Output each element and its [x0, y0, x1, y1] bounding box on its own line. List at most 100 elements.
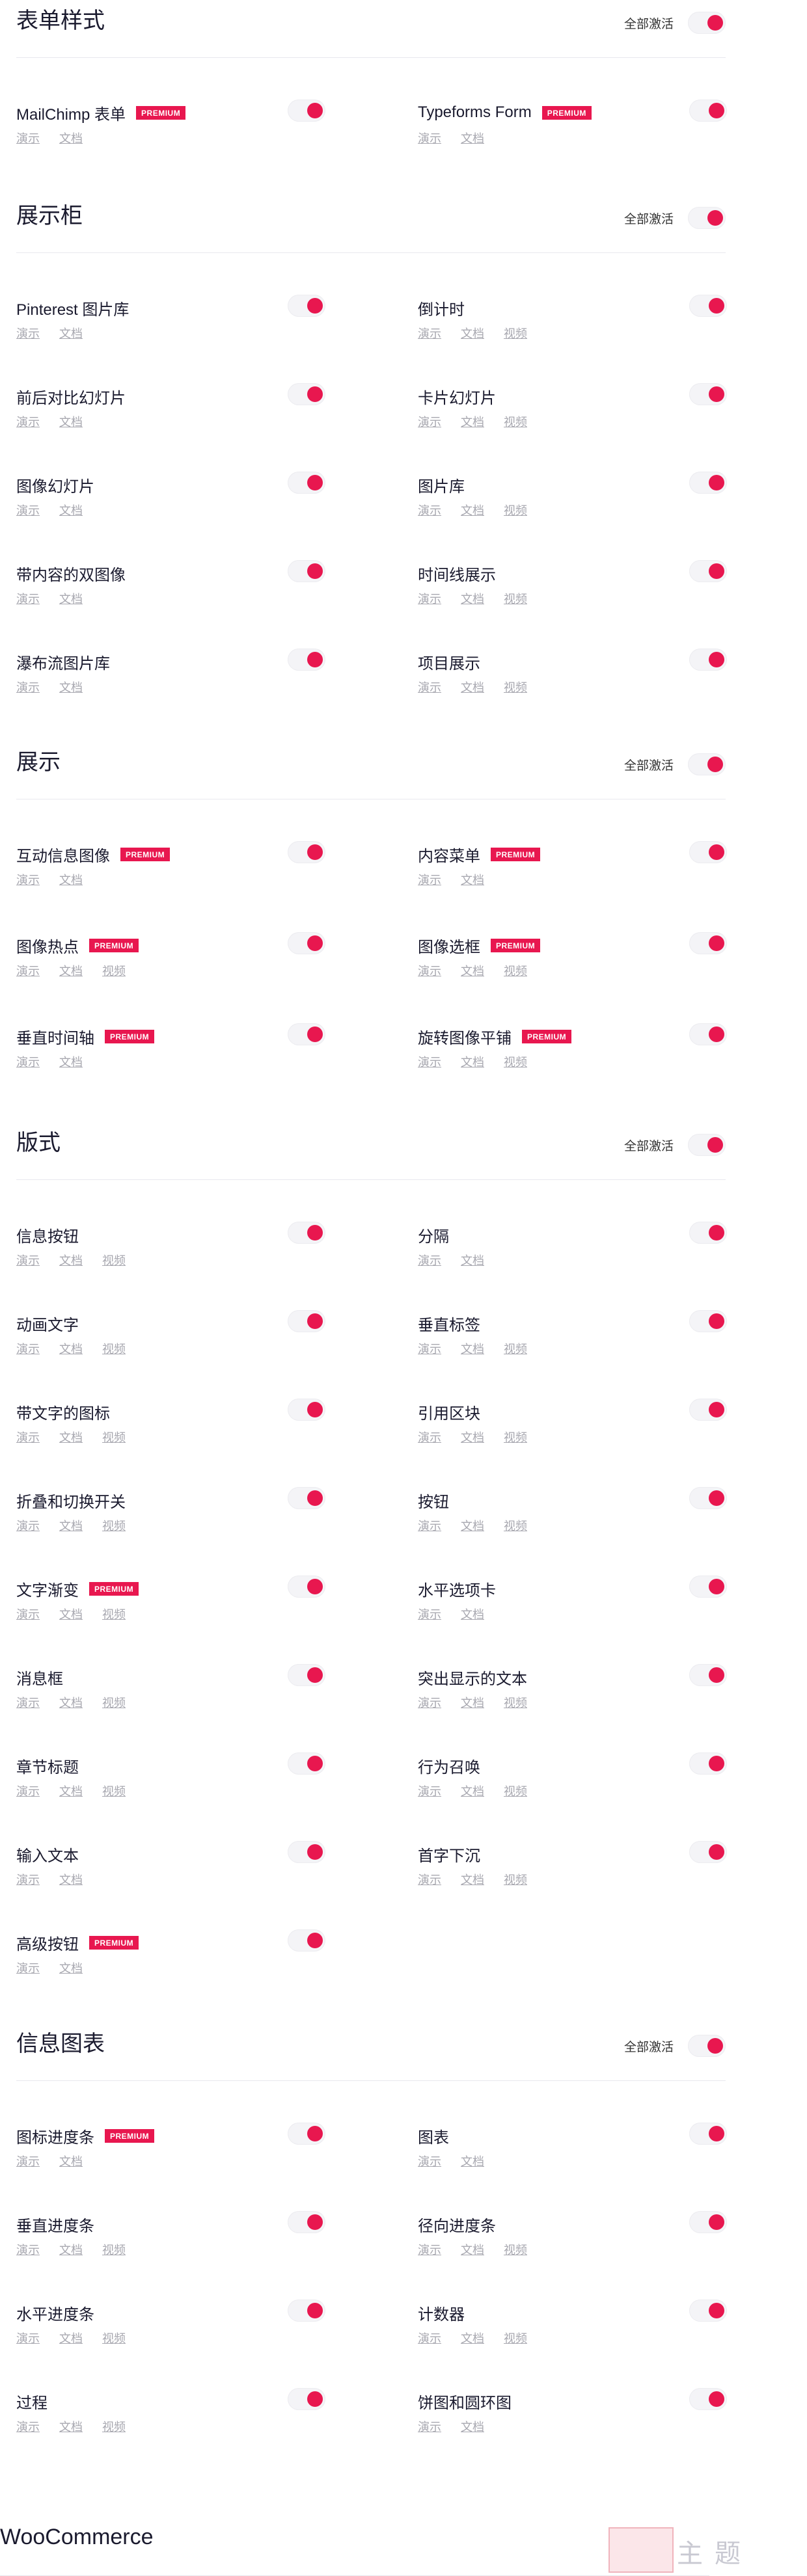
widget-toggle[interactable]: [689, 1222, 727, 1244]
demo-link[interactable]: 演示: [16, 1871, 40, 1888]
demo-link[interactable]: 演示: [418, 2329, 441, 2346]
video-link[interactable]: 视频: [102, 2418, 126, 2435]
demo-link[interactable]: 演示: [16, 962, 40, 979]
docs-link[interactable]: 文档: [59, 678, 83, 695]
demo-link[interactable]: 演示: [16, 502, 40, 518]
demo-link[interactable]: 演示: [16, 413, 40, 430]
video-link[interactable]: 视频: [102, 1429, 126, 1445]
demo-link[interactable]: 演示: [418, 871, 441, 888]
demo-link[interactable]: 演示: [418, 962, 441, 979]
demo-link[interactable]: 演示: [418, 325, 441, 342]
widget-toggle[interactable]: [288, 1222, 325, 1244]
docs-link[interactable]: 文档: [59, 1694, 83, 1711]
widget-toggle[interactable]: [288, 2123, 325, 2145]
widget-toggle[interactable]: [288, 1487, 325, 1509]
video-link[interactable]: 视频: [504, 502, 527, 518]
widget-toggle[interactable]: [689, 295, 727, 317]
docs-link[interactable]: 文档: [461, 2241, 484, 2258]
demo-link[interactable]: 演示: [16, 871, 40, 888]
docs-link[interactable]: 文档: [461, 502, 484, 518]
widget-toggle[interactable]: [689, 1487, 727, 1509]
demo-link[interactable]: 演示: [16, 1605, 40, 1622]
widget-toggle[interactable]: [689, 1399, 727, 1421]
video-link[interactable]: 视频: [504, 1782, 527, 1799]
docs-link[interactable]: 文档: [461, 2418, 484, 2435]
docs-link[interactable]: 文档: [461, 2329, 484, 2346]
docs-link[interactable]: 文档: [59, 1959, 83, 1976]
demo-link[interactable]: 演示: [16, 1340, 40, 1357]
widget-toggle[interactable]: [689, 932, 727, 954]
demo-link[interactable]: 演示: [418, 1605, 441, 1622]
video-link[interactable]: 视频: [504, 1340, 527, 1357]
video-link[interactable]: 视频: [102, 1517, 126, 1534]
demo-link[interactable]: 演示: [418, 1782, 441, 1799]
video-link[interactable]: 视频: [504, 678, 527, 695]
demo-link[interactable]: 演示: [418, 2153, 441, 2169]
docs-link[interactable]: 文档: [59, 1429, 83, 1445]
demo-link[interactable]: 演示: [418, 502, 441, 518]
demo-link[interactable]: 演示: [418, 1340, 441, 1357]
widget-toggle[interactable]: [288, 2300, 325, 2322]
video-link[interactable]: 视频: [504, 1053, 527, 1070]
demo-link[interactable]: 演示: [16, 129, 40, 146]
docs-link[interactable]: 文档: [59, 2418, 83, 2435]
demo-link[interactable]: 演示: [16, 1694, 40, 1711]
demo-link[interactable]: 演示: [16, 1053, 40, 1070]
demo-link[interactable]: 演示: [418, 413, 441, 430]
docs-link[interactable]: 文档: [461, 962, 484, 979]
widget-toggle[interactable]: [288, 932, 325, 954]
widget-toggle[interactable]: [288, 1664, 325, 1686]
docs-link[interactable]: 文档: [59, 1605, 83, 1622]
docs-link[interactable]: 文档: [59, 962, 83, 979]
demo-link[interactable]: 演示: [16, 2241, 40, 2258]
demo-link[interactable]: 演示: [418, 2241, 441, 2258]
activate-all-toggle[interactable]: [688, 1134, 726, 1156]
demo-link[interactable]: 演示: [16, 2153, 40, 2169]
docs-link[interactable]: 文档: [461, 590, 484, 607]
demo-link[interactable]: 演示: [418, 1053, 441, 1070]
widget-toggle[interactable]: [288, 1929, 325, 1952]
docs-link[interactable]: 文档: [59, 1053, 83, 1070]
video-link[interactable]: 视频: [504, 1871, 527, 1888]
docs-link[interactable]: 文档: [59, 871, 83, 888]
widget-toggle[interactable]: [689, 100, 727, 122]
video-link[interactable]: 视频: [102, 1782, 126, 1799]
widget-toggle[interactable]: [689, 2123, 727, 2145]
docs-link[interactable]: 文档: [461, 1340, 484, 1357]
demo-link[interactable]: 演示: [16, 678, 40, 695]
docs-link[interactable]: 文档: [461, 1053, 484, 1070]
docs-link[interactable]: 文档: [461, 1605, 484, 1622]
docs-link[interactable]: 文档: [59, 325, 83, 342]
docs-link[interactable]: 文档: [59, 502, 83, 518]
widget-toggle[interactable]: [689, 2300, 727, 2322]
docs-link[interactable]: 文档: [461, 1782, 484, 1799]
demo-link[interactable]: 演示: [16, 590, 40, 607]
widget-toggle[interactable]: [288, 2211, 325, 2233]
video-link[interactable]: 视频: [504, 962, 527, 979]
widget-toggle[interactable]: [689, 1310, 727, 1332]
widget-toggle[interactable]: [288, 472, 325, 494]
widget-toggle[interactable]: [288, 1841, 325, 1863]
docs-link[interactable]: 文档: [59, 1252, 83, 1268]
widget-toggle[interactable]: [288, 560, 325, 582]
demo-link[interactable]: 演示: [16, 1517, 40, 1534]
video-link[interactable]: 视频: [504, 1517, 527, 1534]
widget-toggle[interactable]: [689, 1023, 727, 1045]
video-link[interactable]: 视频: [504, 590, 527, 607]
demo-link[interactable]: 演示: [418, 2418, 441, 2435]
docs-link[interactable]: 文档: [461, 1252, 484, 1268]
widget-toggle[interactable]: [689, 841, 727, 863]
docs-link[interactable]: 文档: [461, 2153, 484, 2169]
docs-link[interactable]: 文档: [461, 1429, 484, 1445]
docs-link[interactable]: 文档: [59, 1782, 83, 1799]
widget-toggle[interactable]: [288, 1310, 325, 1332]
demo-link[interactable]: 演示: [418, 1694, 441, 1711]
docs-link[interactable]: 文档: [461, 325, 484, 342]
activate-all-toggle[interactable]: [688, 2035, 726, 2057]
demo-link[interactable]: 演示: [418, 1429, 441, 1445]
docs-link[interactable]: 文档: [461, 129, 484, 146]
widget-toggle[interactable]: [689, 472, 727, 494]
video-link[interactable]: 视频: [504, 413, 527, 430]
widget-toggle[interactable]: [288, 1399, 325, 1421]
demo-link[interactable]: 演示: [16, 1782, 40, 1799]
